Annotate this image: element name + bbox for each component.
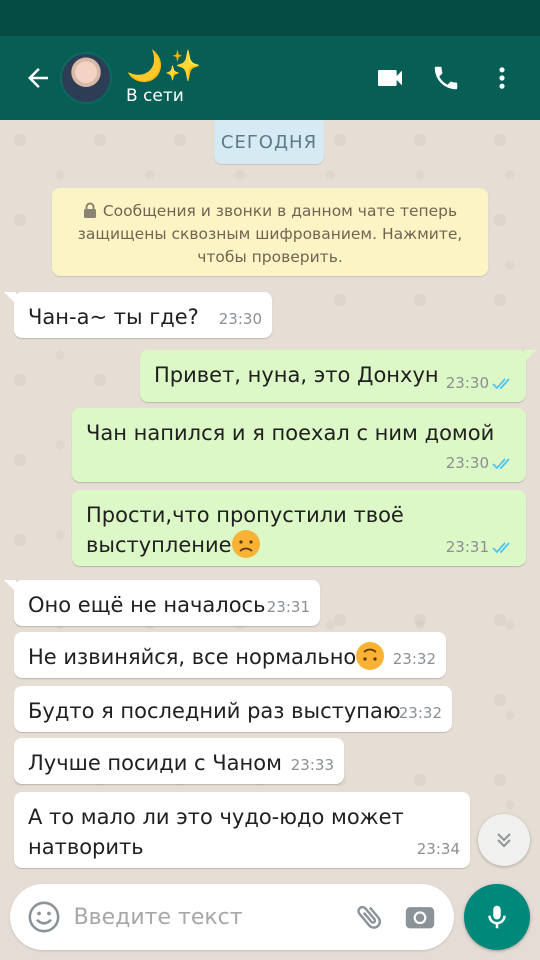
- camera-button[interactable]: [398, 889, 442, 945]
- status-bar: [0, 0, 540, 36]
- message-text: Не извиняйся, все нормально: [28, 645, 357, 669]
- message-text: А то мало ли это чудо-юдо может натворит…: [28, 805, 404, 859]
- contact-status: В сети: [126, 86, 184, 106]
- mic-icon: [488, 905, 506, 929]
- read-ticks-icon: [492, 378, 510, 390]
- message-text: Привет, нуна, это Донхун: [154, 363, 439, 387]
- message-bubble[interactable]: Не извиняйся, все нормально 23:32: [14, 632, 446, 678]
- voice-call-button[interactable]: [418, 48, 474, 108]
- message-time: 23:30: [445, 374, 489, 392]
- message-bubble[interactable]: Лучше посиди с Чаном 23:33: [14, 738, 344, 784]
- message-bubble[interactable]: А то мало ли это чудо-юдо может натворит…: [14, 792, 470, 868]
- message-text: Чан напился и я поехал с ним домой: [86, 421, 495, 445]
- message-time: 23:32: [398, 704, 442, 722]
- message-bubble[interactable]: Привет, нуна, это Донхун 23:30: [140, 350, 536, 402]
- date-chip: СЕГОДНЯ: [214, 120, 324, 164]
- attach-icon: [356, 905, 381, 929]
- message-bubble[interactable]: Чан-а~ ты где? 23:30: [4, 292, 272, 338]
- chat-area[interactable]: СЕГОДНЯ Сообщения и звонки в данном чате…: [0, 120, 540, 880]
- disappointed-face-icon: [231, 530, 260, 558]
- attach-button[interactable]: [348, 889, 392, 945]
- emoji-icon: [28, 901, 60, 933]
- message-time: 23:32: [392, 650, 436, 668]
- more-options-button[interactable]: [474, 48, 530, 108]
- message-bubble[interactable]: Оно ещё не началось 23:31: [4, 580, 320, 626]
- voice-message-button[interactable]: [464, 884, 530, 950]
- message-input[interactable]: [73, 904, 348, 930]
- message-time: 23:31: [445, 538, 489, 556]
- message-bubble[interactable]: Чан напился и я поехал с ним домой 23:30: [72, 408, 526, 482]
- more-vert-icon: [499, 67, 505, 89]
- message-text: Лучше посиди с Чаном: [28, 751, 282, 775]
- contact-name: 🌙✨: [126, 49, 203, 84]
- back-arrow-icon: [28, 68, 48, 88]
- message-composer: [10, 884, 454, 950]
- message-text: Оно ещё не началось: [28, 593, 266, 617]
- read-ticks-icon: [492, 458, 510, 470]
- message-time: 23:30: [218, 310, 262, 328]
- message-time: 23:30: [445, 454, 489, 472]
- message-bubble[interactable]: Будто я последний раз выступаю 23:32: [14, 686, 452, 732]
- message-time: 23:34: [416, 840, 460, 858]
- phone-icon: [434, 66, 458, 90]
- encryption-notice[interactable]: Сообщения и звонки в данном чате теперь …: [52, 188, 488, 276]
- message-text: Будто я последний раз выступаю: [28, 699, 401, 723]
- emoji-button[interactable]: [18, 889, 70, 945]
- chevron-down-icon: [497, 833, 511, 848]
- video-call-button[interactable]: [362, 48, 418, 108]
- video-call-icon: [378, 70, 402, 86]
- avatar[interactable]: [60, 52, 112, 104]
- message-time: 23:33: [290, 756, 334, 774]
- message-text: Чан-а~ ты где?: [28, 305, 199, 329]
- scroll-to-bottom-button[interactable]: [478, 814, 530, 866]
- read-ticks-icon: [492, 542, 510, 554]
- message-time: 23:31: [266, 598, 310, 616]
- encryption-text: Сообщения и звонки в данном чате теперь …: [77, 202, 463, 266]
- lock-icon: [83, 202, 96, 218]
- app-bar: 🌙✨ В сети: [0, 36, 540, 120]
- contact-title[interactable]: 🌙✨ В сети: [126, 49, 362, 107]
- back-button[interactable]: [16, 48, 60, 108]
- upside-down-face-icon: [356, 642, 385, 670]
- message-bubble[interactable]: Прости,что пропустили твоё выступление 2…: [72, 490, 526, 566]
- camera-icon: [405, 907, 435, 929]
